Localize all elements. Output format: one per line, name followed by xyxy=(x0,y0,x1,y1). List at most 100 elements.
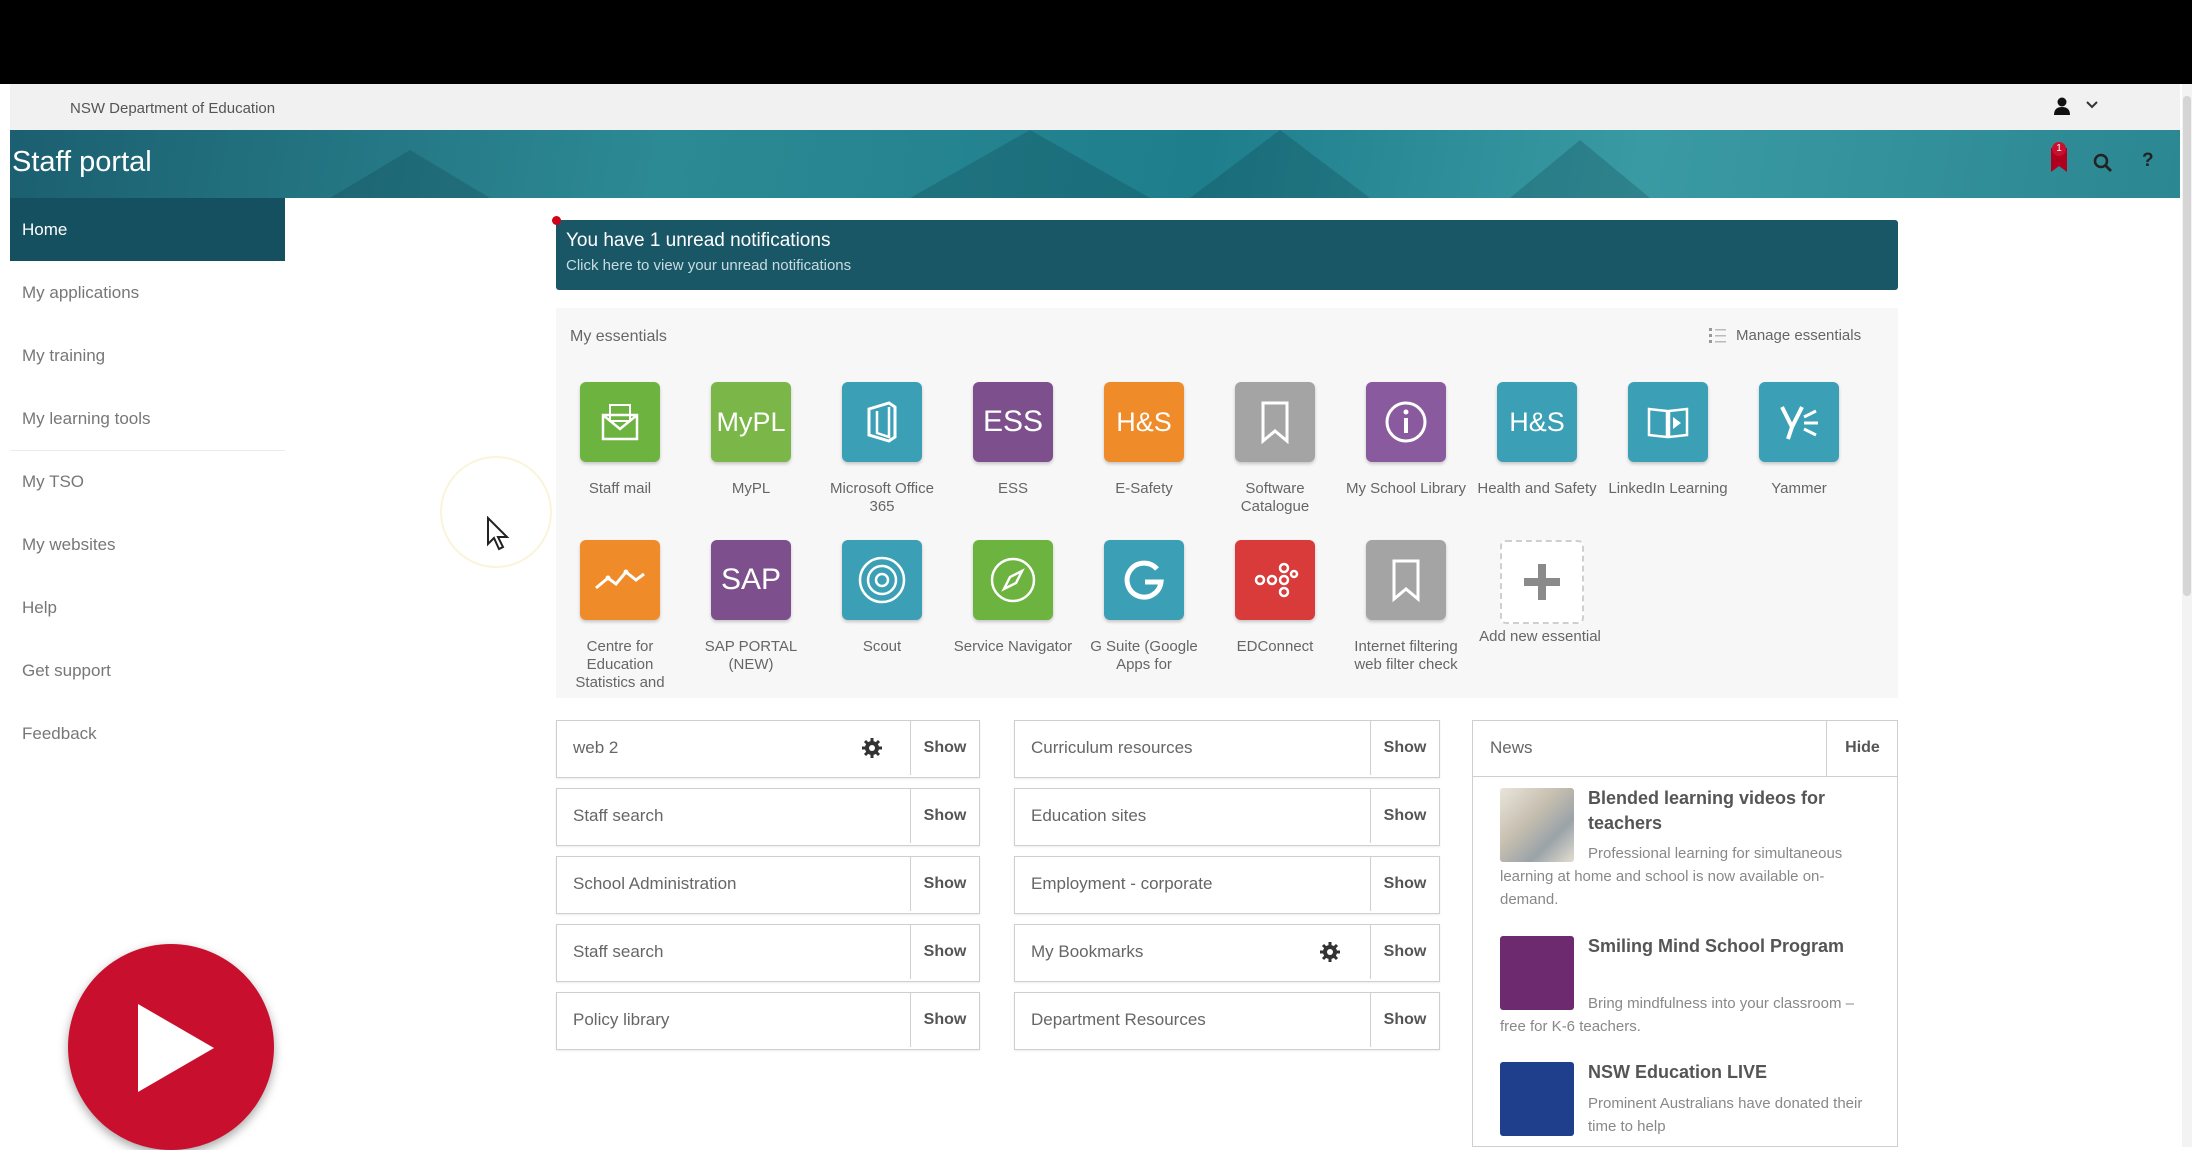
panel-title: Staff search xyxy=(573,942,664,961)
essential-tile-staff-mail[interactable] xyxy=(580,382,660,462)
person-icon[interactable] xyxy=(2052,96,2072,116)
chart-line-icon xyxy=(595,569,645,590)
essential-label: Staff mail xyxy=(588,480,652,497)
essential-label: E-Safety xyxy=(1115,480,1173,497)
essential-label: Software Catalogue xyxy=(1240,480,1310,515)
sidebar-item-my-training[interactable]: My training xyxy=(10,324,285,387)
play-icon xyxy=(138,1004,214,1092)
essential-tile-e-safety[interactable]: H&S xyxy=(1104,382,1184,462)
plus-icon xyxy=(1524,564,1560,600)
show-button[interactable]: Show xyxy=(910,721,979,775)
panel-title: Curriculum resources xyxy=(1031,738,1193,757)
news-divider xyxy=(1472,776,1898,777)
show-button[interactable]: Show xyxy=(910,925,979,979)
panel-title: School Administration xyxy=(573,874,737,893)
panel-education-sites: Education sites Show xyxy=(1014,788,1440,846)
show-button[interactable]: Show xyxy=(1370,721,1439,775)
essential-label: Yammer xyxy=(1771,480,1827,497)
sidebar-item-my-tso[interactable]: My TSO xyxy=(10,450,285,513)
add-essential-button[interactable] xyxy=(1500,540,1584,624)
essential-label: Centre for Education Statistics and xyxy=(575,638,665,691)
essential-tile-centre-for-education-statistics[interactable] xyxy=(580,540,660,620)
essential-tile-health-and-safety[interactable]: H&S xyxy=(1497,382,1577,462)
essential-label: Add new essential xyxy=(1479,628,1601,645)
panel-staff-search-2: Staff search Show xyxy=(556,924,980,982)
hide-button[interactable]: Hide xyxy=(1826,720,1898,776)
chevron-down-icon[interactable] xyxy=(2086,98,2098,113)
panel-staff-search: Staff search Show xyxy=(556,788,980,846)
show-button[interactable]: Show xyxy=(1370,857,1439,911)
scrollbar-thumb[interactable] xyxy=(2183,96,2191,596)
essential-label: Microsoft Office 365 xyxy=(830,480,934,515)
news-item-body: Bring mindfulness into your classroom – … xyxy=(1500,995,1854,1035)
show-button[interactable]: Show xyxy=(1370,993,1439,1047)
sidebar-item-help[interactable]: Help xyxy=(10,576,285,639)
notification-badge: 1 xyxy=(2052,142,2066,156)
mail-icon xyxy=(601,404,639,441)
essential-tile-yammer[interactable] xyxy=(1759,382,1839,462)
essential-label: MyPL xyxy=(731,480,771,497)
portal-header xyxy=(10,130,2180,198)
panel-title: My Bookmarks xyxy=(1031,942,1144,961)
essential-tile-scout[interactable] xyxy=(842,540,922,620)
essential-tile-office-365[interactable] xyxy=(842,382,922,462)
compass-icon xyxy=(990,557,1036,603)
unread-dot xyxy=(552,216,561,225)
show-button[interactable]: Show xyxy=(1370,789,1439,843)
news-item-title[interactable]: Smiling Mind School Program xyxy=(1588,934,1878,959)
sidebar-item-feedback[interactable]: Feedback xyxy=(10,702,285,765)
essential-label: Scout xyxy=(862,638,902,655)
panel-curriculum-resources: Curriculum resources Show xyxy=(1014,720,1440,778)
notification-link[interactable]: Click here to view your unread notificat… xyxy=(566,257,851,274)
news-thumbnail[interactable] xyxy=(1500,1062,1574,1136)
sidebar-item-my-websites[interactable]: My websites xyxy=(10,513,285,576)
show-button[interactable]: Show xyxy=(910,857,979,911)
panel-web-2: web 2 Show xyxy=(556,720,980,778)
panel-school-administration: School Administration Show xyxy=(556,856,980,914)
bookmark-icon xyxy=(1261,401,1289,445)
show-button[interactable]: Show xyxy=(910,789,979,843)
bookmark-icon xyxy=(1392,559,1420,603)
notification-title[interactable]: You have 1 unread notifications xyxy=(566,230,830,252)
news-item-title[interactable]: NSW Education LIVE xyxy=(1588,1060,1878,1085)
list-settings-icon[interactable] xyxy=(1708,326,1728,346)
news-item-body: Prominent Australians have donated their… xyxy=(1588,1095,1863,1135)
essential-tile-ess[interactable]: ESS xyxy=(973,382,1053,462)
help-icon[interactable]: ? xyxy=(2142,150,2154,172)
essential-tile-edconnect[interactable] xyxy=(1235,540,1315,620)
search-icon[interactable] xyxy=(2092,152,2114,174)
essential-tile-g-suite[interactable] xyxy=(1104,540,1184,620)
manage-essentials-link[interactable]: Manage essentials xyxy=(1736,327,1861,344)
essential-tile-linkedin-learning[interactable] xyxy=(1628,382,1708,462)
department-name: NSW Department of Education xyxy=(70,100,276,117)
essential-tile-my-school-library[interactable] xyxy=(1366,382,1446,462)
sidebar-item-my-applications[interactable]: My applications xyxy=(10,261,285,324)
news-title: News xyxy=(1490,738,1533,757)
google-icon xyxy=(1124,560,1164,600)
panel-employment-corporate: Employment - corporate Show xyxy=(1014,856,1440,914)
essential-tile-software-catalogue[interactable] xyxy=(1235,382,1315,462)
panel-title: Staff search xyxy=(573,806,664,825)
panel-policy-library: Policy library Show xyxy=(556,992,980,1050)
essential-tile-sap-portal[interactable]: SAP xyxy=(711,540,791,620)
show-button[interactable]: Show xyxy=(1370,925,1439,979)
panel-title: Policy library xyxy=(573,1010,670,1029)
department-bar xyxy=(10,84,2180,130)
video-letterbox xyxy=(0,0,2192,84)
sidebar-item-get-support[interactable]: Get support xyxy=(10,639,285,702)
gear-icon[interactable] xyxy=(1319,941,1341,963)
essential-tile-service-navigator[interactable] xyxy=(973,540,1053,620)
essential-tile-mypl[interactable]: MyPL xyxy=(711,382,791,462)
essential-tile-internet-filtering[interactable] xyxy=(1366,540,1446,620)
show-button[interactable]: Show xyxy=(910,993,979,1047)
panel-department-resources: Department Resources Show xyxy=(1014,992,1440,1050)
sidebar-item-home[interactable]: Home xyxy=(10,198,285,261)
office-icon xyxy=(867,401,897,443)
sidebar-item-my-learning-tools[interactable]: My learning tools xyxy=(10,387,285,450)
panel-my-bookmarks: My Bookmarks Show xyxy=(1014,924,1440,982)
news-item-body: Professional learning for simultaneous l… xyxy=(1500,845,1843,908)
essential-label: SAP PORTAL (NEW) xyxy=(704,638,798,673)
gear-icon[interactable] xyxy=(861,737,883,759)
news-item-title[interactable]: Blended learning videos for teachers xyxy=(1588,786,1878,836)
essentials-title: My essentials xyxy=(570,328,667,345)
